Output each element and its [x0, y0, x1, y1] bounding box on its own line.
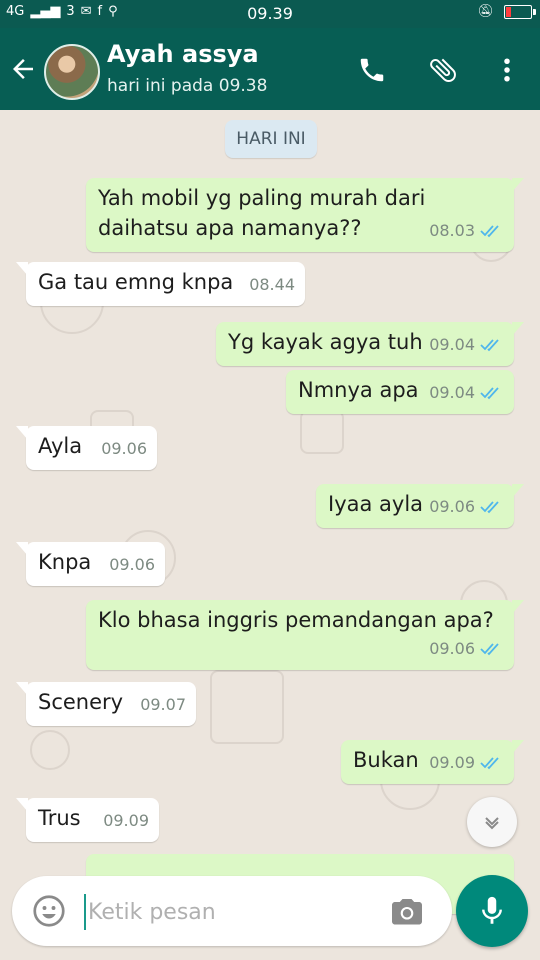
outgoing-message[interactable]: Yg kayak agya tuh 09.04 [216, 322, 524, 366]
wallpaper-doodle [210, 670, 284, 744]
camera-icon[interactable] [388, 893, 426, 929]
message-time: 09.04 [429, 335, 475, 354]
message-text: Scenery [38, 690, 124, 714]
back-arrow-icon[interactable] [8, 54, 38, 84]
message-meta: 09.06 [429, 634, 504, 664]
double-check-icon [480, 501, 499, 514]
message-time: 09.07 [140, 695, 186, 714]
outgoing-message[interactable]: Yah mobil yg paling murah dari daihatsu a… [86, 178, 524, 252]
outgoing-message[interactable]: Bukan 09.09 [341, 740, 524, 784]
message-input[interactable] [84, 894, 370, 930]
chevron-down-icon [485, 817, 499, 830]
double-check-icon [480, 643, 499, 656]
composer [12, 876, 452, 946]
message-text: daihatsu apa namanya?? [98, 216, 362, 240]
double-check-icon [480, 339, 499, 352]
attach-icon[interactable] [425, 52, 461, 88]
message-time: 09.06 [429, 497, 475, 516]
scroll-down-button[interactable] [467, 797, 517, 847]
incoming-message[interactable]: Knpa 09.06 [16, 542, 165, 586]
message-time: 09.06 [109, 555, 155, 574]
emoji-icon[interactable] [31, 893, 67, 929]
status-right-icons: 🔕︎ [477, 4, 536, 20]
chat-header: Ayah assya hari ini pada 09.38 [0, 28, 540, 110]
message-meta: 09.04 [429, 330, 504, 360]
message-meta: 08.03 [429, 216, 504, 246]
message-meta: 09.09 [103, 806, 149, 836]
message-time: 09.09 [103, 811, 149, 830]
outgoing-message[interactable]: Iyaa ayla 09.06 [316, 484, 524, 528]
incoming-message[interactable]: Ga tau emng knpa 08.44 [16, 262, 305, 306]
contact-name[interactable]: Ayah assya [107, 40, 259, 68]
double-check-icon [480, 225, 499, 238]
mic-button[interactable] [456, 875, 528, 947]
double-check-icon [480, 387, 499, 400]
message-text: Yah mobil yg paling murah dari [98, 186, 426, 210]
message-text: Yg kayak agya tuh [228, 330, 423, 354]
message-time: 09.06 [101, 439, 147, 458]
message-meta: 08.44 [249, 270, 295, 300]
message-time: 09.04 [429, 383, 475, 402]
message-meta: 09.04 [429, 378, 504, 408]
message-text: Ga tau emng knpa [38, 270, 234, 294]
more-vert-icon[interactable] [489, 52, 525, 88]
incoming-message[interactable]: Trus 09.09 [16, 798, 159, 842]
battery-icon [504, 5, 536, 19]
message-time: 08.44 [249, 275, 295, 294]
message-meta: 09.06 [101, 434, 147, 464]
wallpaper-doodle [30, 730, 70, 770]
message-meta: 09.06 [109, 550, 155, 580]
double-check-icon [480, 757, 499, 770]
outgoing-message[interactable]: Klo bhasa inggris pemandangan apa? 09.06 [86, 600, 524, 670]
status-time: 09.39 [247, 4, 293, 23]
message-text: Bukan [353, 748, 419, 772]
date-divider: HARI INI [225, 120, 317, 158]
message-text: Knpa [38, 550, 92, 574]
message-time: 09.06 [429, 639, 475, 658]
message-text: Iyaa ayla [328, 492, 424, 516]
battery-fill [506, 7, 512, 17]
incoming-message[interactable]: Ayla 09.06 [16, 426, 157, 470]
message-meta: 09.06 [429, 492, 504, 522]
message-time: 09.09 [429, 753, 475, 772]
status-bar: 4G ▂▄▆ 3 ✉ f ⚲ 09.39 🔕︎ [0, 0, 540, 28]
wallpaper-doodle [300, 410, 344, 454]
mic-icon [482, 896, 502, 924]
incoming-message[interactable]: Scenery 09.07 [16, 682, 196, 726]
message-time: 08.03 [429, 221, 475, 240]
avatar[interactable] [44, 44, 100, 100]
call-icon[interactable] [354, 52, 390, 88]
message-text: Nmnya apa [298, 378, 419, 402]
message-meta: 09.09 [429, 748, 504, 778]
outgoing-message[interactable]: Nmnya apa 09.04 [286, 370, 514, 414]
last-seen: hari ini pada 09.38 [107, 76, 268, 96]
message-text: Klo bhasa inggris pemandangan apa? [98, 608, 494, 632]
message-text: Ayla [38, 434, 83, 458]
mute-icon: 🔕︎ [477, 4, 494, 19]
message-meta: 09.07 [140, 690, 186, 720]
chat-area[interactable]: HARI INI Yah mobil yg paling murah dari d… [0, 110, 540, 960]
message-text: Trus [38, 806, 81, 830]
